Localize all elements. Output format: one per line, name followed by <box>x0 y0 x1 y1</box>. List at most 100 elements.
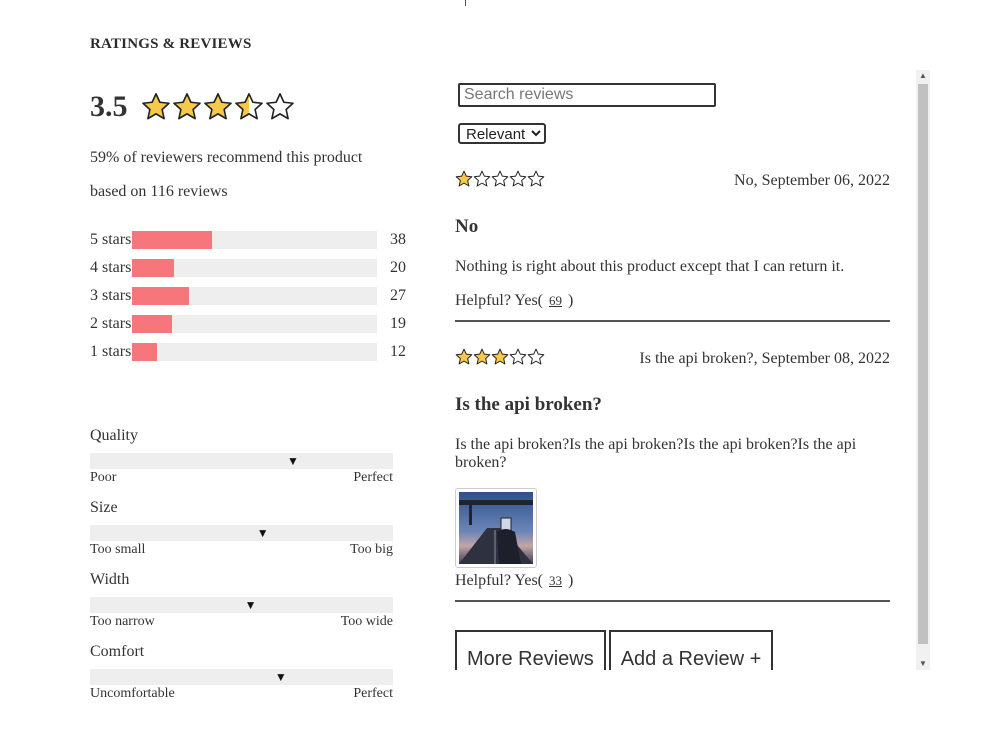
rating-breakdown-track <box>132 315 377 333</box>
characteristic-high-label: Perfect <box>353 686 393 701</box>
star-icon <box>455 348 473 365</box>
helpful-label: Helpful? Yes( <box>455 292 543 309</box>
scroll-up-arrow-icon[interactable]: ▲ <box>916 70 930 82</box>
helpful-yes-link[interactable]: 33 <box>549 573 562 588</box>
section-title: RATINGS & REVIEWS <box>90 36 252 52</box>
review-body: Nothing is right about this product exce… <box>455 258 845 275</box>
characteristic-comfort: Comfort ▼ Uncomfortable Perfect <box>90 643 393 702</box>
rating-breakdown: 5 stars 38 4 stars 20 3 stars 27 2 stars… <box>90 226 420 366</box>
add-review-button[interactable]: Add a Review + <box>608 630 774 670</box>
star-icon <box>203 93 232 120</box>
sort-select[interactable]: Relevant <box>458 123 546 144</box>
characteristic-name: Width <box>90 571 130 588</box>
star-icon <box>527 170 545 187</box>
star-icon <box>234 93 263 120</box>
helpful-label: Helpful? Yes( <box>455 572 543 589</box>
characteristic-low-label: Poor <box>90 470 117 485</box>
star-icon <box>473 348 491 365</box>
review-list-scrollbar[interactable]: ▲ ▼ <box>916 70 930 670</box>
review-author-date: No, September 06, 2022 <box>734 172 890 189</box>
helpful-close: ) <box>568 292 574 309</box>
review-title: No <box>455 216 479 237</box>
rating-breakdown-label[interactable]: 3 stars <box>90 287 132 305</box>
characteristic-high-label: Too wide <box>340 614 393 629</box>
rating-breakdown-fill <box>132 259 175 277</box>
star-icon <box>473 170 491 187</box>
review-title: Is the api broken? <box>455 394 602 415</box>
star-icon <box>172 93 201 120</box>
characteristic-name: Size <box>90 499 118 516</box>
rating-breakdown-track <box>132 231 377 249</box>
star-icon <box>509 348 527 365</box>
characteristic-low-label: Too small <box>90 542 146 557</box>
rating-breakdown-row[interactable]: 1 stars 12 <box>90 338 420 366</box>
characteristic-name: Comfort <box>90 643 145 660</box>
characteristic-marker-icon: ▼ <box>244 598 257 612</box>
rating-breakdown-label[interactable]: 5 stars <box>90 231 132 249</box>
review-tile: No, September 06, 2022 No Nothing is rig… <box>455 170 890 322</box>
rating-breakdown-count: 27 <box>390 287 406 304</box>
rating-breakdown-track <box>132 259 377 277</box>
average-rating-row: 3.5 <box>90 90 296 124</box>
scroll-down-arrow-icon[interactable]: ▼ <box>916 658 930 670</box>
rating-breakdown-track <box>132 343 377 361</box>
review-tile: Is the api broken?, September 08, 2022 I… <box>455 348 890 602</box>
star-icon <box>455 170 473 187</box>
characteristic-high-label: Perfect <box>353 470 393 485</box>
characteristic-marker-icon: ▼ <box>256 526 269 540</box>
characteristic-track: ▼ <box>90 525 393 541</box>
rating-breakdown-label[interactable]: 4 stars <box>90 259 132 277</box>
average-rating-value: 3.5 <box>90 90 128 123</box>
rating-breakdown-count: 19 <box>390 315 406 332</box>
characteristic-track: ▼ <box>90 597 393 613</box>
rating-breakdown-fill <box>132 231 213 249</box>
characteristic-low-label: Too narrow <box>90 614 155 629</box>
star-icon <box>141 93 170 120</box>
star-icon <box>509 170 527 187</box>
rating-breakdown-count: 12 <box>390 343 406 360</box>
star-icon <box>491 170 509 187</box>
review-stars <box>455 348 545 366</box>
rating-breakdown-fill <box>132 287 190 305</box>
rating-breakdown-row[interactable]: 2 stars 19 <box>90 310 420 338</box>
average-rating-stars <box>141 92 296 122</box>
rating-breakdown-row[interactable]: 5 stars 38 <box>90 226 420 254</box>
characteristic-low-label: Uncomfortable <box>90 686 175 701</box>
rating-breakdown-count: 20 <box>390 259 406 276</box>
rating-breakdown-fill <box>132 315 173 333</box>
characteristic-quality: Quality ▼ Poor Perfect <box>90 427 393 486</box>
characteristic-marker-icon: ▼ <box>274 670 287 684</box>
characteristic-track: ▼ <box>90 669 393 685</box>
rating-breakdown-track <box>132 287 377 305</box>
characteristic-track: ▼ <box>90 453 393 469</box>
rating-breakdown-row[interactable]: 4 stars 20 <box>90 254 420 282</box>
review-actions: More Reviews Add a Review + <box>455 630 890 670</box>
helpful-row: Helpful? Yes( 33) <box>455 572 890 600</box>
review-list[interactable]: No, September 06, 2022 No Nothing is rig… <box>455 170 890 670</box>
characteristic-size: Size ▼ Too small Too big <box>90 499 393 558</box>
helpful-yes-link[interactable]: 69 <box>549 293 562 308</box>
characteristic-name: Quality <box>90 427 138 444</box>
top-divider-tick <box>465 0 466 6</box>
recommend-percentage: 59% of reviewers recommend this product <box>90 149 363 166</box>
review-photo-image <box>459 492 533 564</box>
star-icon <box>491 348 509 365</box>
more-reviews-button[interactable]: More Reviews <box>455 630 606 670</box>
review-body: Is the api broken?Is the api broken?Is t… <box>455 436 857 471</box>
characteristic-high-label: Too big <box>350 542 393 557</box>
helpful-row: Helpful? Yes( 69) <box>455 292 890 320</box>
star-icon <box>527 348 545 365</box>
characteristic-width: Width ▼ Too narrow Too wide <box>90 571 393 630</box>
search-reviews-input[interactable] <box>458 83 716 107</box>
rating-breakdown-label[interactable]: 2 stars <box>90 315 132 333</box>
rating-breakdown-fill <box>132 343 158 361</box>
characteristic-marker-icon: ▼ <box>287 454 299 468</box>
scrollbar-thumb[interactable] <box>918 84 928 644</box>
review-stars <box>455 170 545 188</box>
review-photo-thumbnail[interactable] <box>455 488 537 568</box>
rating-breakdown-count: 38 <box>390 231 406 248</box>
rating-breakdown-row[interactable]: 3 stars 27 <box>90 282 420 310</box>
review-author-date: Is the api broken?, September 08, 2022 <box>639 350 890 367</box>
helpful-close: ) <box>568 572 574 589</box>
rating-breakdown-label[interactable]: 1 stars <box>90 343 132 361</box>
